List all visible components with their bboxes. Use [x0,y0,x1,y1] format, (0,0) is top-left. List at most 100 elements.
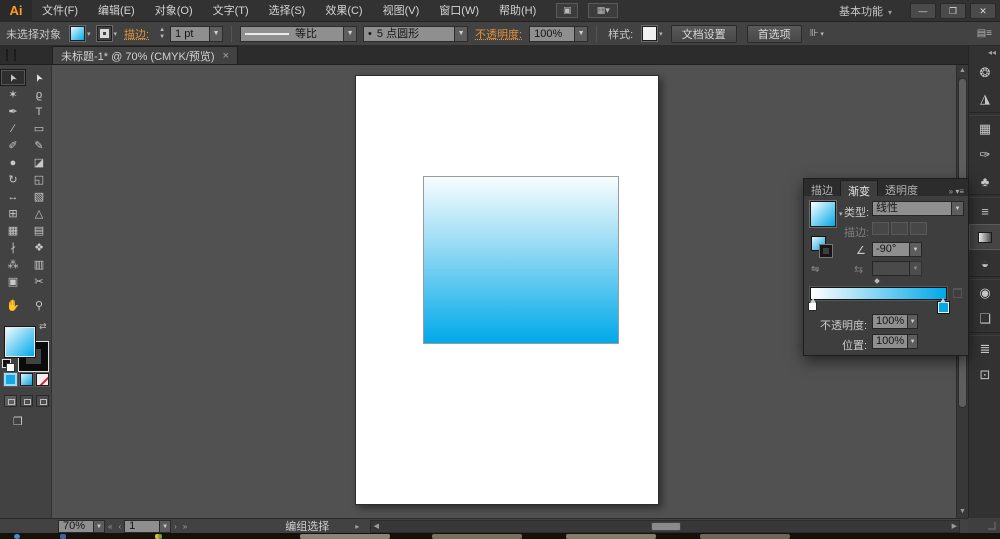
blob-brush-tool[interactable]: ● [0,154,26,171]
app-logo[interactable]: Ai [0,0,32,22]
lasso-tool[interactable]: ϱ [26,86,52,103]
swatches-panel-icon[interactable]: ▦ [969,116,1000,142]
menu-file[interactable]: 文件(F) [32,0,88,22]
gradient-rectangle-object[interactable] [423,176,619,344]
stop-location-value[interactable]: 100% [872,334,909,349]
status-flyout-icon[interactable]: ▸ [355,522,359,531]
close-tab-icon[interactable]: × [223,50,229,62]
next-artboard-icon[interactable]: › [174,522,177,531]
rectangle-tool[interactable]: ▭ [26,120,52,137]
chevron-down-icon[interactable]: ▼ [952,201,964,216]
pen-tool[interactable]: ✒ [0,103,26,120]
panel-menu-icon[interactable]: ▤≡ [977,28,992,39]
default-fill-stroke-icon[interactable] [2,359,15,372]
artboard-number[interactable]: 1 [124,519,161,533]
artboard[interactable] [355,75,659,505]
menu-select[interactable]: 选择(S) [259,0,316,22]
arrange-documents-icon[interactable]: ▦▾ [588,3,619,18]
artboard-combo[interactable]: 1 ▼ [124,519,172,533]
stroke-color-picker[interactable]: ▾ [95,25,117,42]
zoom-tool[interactable]: ⚲ [26,297,52,314]
pencil-tool[interactable]: ✎ [26,137,52,154]
chevron-down-icon[interactable]: ▼ [908,314,918,329]
stroke-across-button[interactable] [910,222,927,235]
fill-proxy-swatch[interactable] [4,326,36,358]
scroll-left-icon[interactable]: ◀ [371,521,381,532]
taskbar-app-icon[interactable] [60,534,66,539]
chevron-down-icon[interactable]: ▼ [908,334,918,349]
tab-gradient[interactable]: 渐变 [840,180,878,198]
chevron-down-icon[interactable]: ▼ [910,242,922,257]
gradient-button[interactable] [19,372,34,387]
shape-builder-tool[interactable]: ⊞ [0,205,26,222]
chevron-down-icon[interactable]: ▼ [455,25,469,42]
layers-panel-icon[interactable]: ≣ [969,336,1000,362]
draw-normal-button[interactable] [4,395,17,407]
gradient-preview-swatch[interactable] [809,200,837,228]
gradient-stop-end[interactable] [938,298,949,313]
mesh-tool[interactable]: ▦ [0,222,26,239]
chevron-down-icon[interactable]: ▾ [839,210,843,218]
tab-stroke[interactable]: 描边 [804,180,840,197]
panel-collapse-menu-icons[interactable]: » ▾≡ [949,187,968,196]
scroll-up-icon[interactable]: ▲ [957,65,968,76]
minimize-button[interactable]: — [910,2,936,19]
previous-artboard-icon[interactable]: ‹ [118,522,121,531]
hand-tool[interactable]: ✋ [0,297,26,314]
document-tab[interactable]: 未标题-1* @ 70% (CMYK/预览) × [52,46,239,64]
preferences-button[interactable]: 首选项 [746,24,802,43]
scroll-right-icon[interactable]: ▶ [949,521,959,532]
zoom-value[interactable]: 70% [58,519,94,533]
appearance-panel-icon[interactable]: ◉ [969,280,1000,306]
menu-view[interactable]: 视图(V) [373,0,430,22]
workspace-switcher[interactable]: 基本功能 ▾ [839,3,892,19]
symbols-panel-icon[interactable]: ♣ [969,168,1000,194]
bridge-icon[interactable]: ▣ [556,3,579,18]
stroke-swatch[interactable] [95,25,113,42]
draw-inside-button[interactable] [36,395,49,407]
taskbar-app-icon[interactable] [155,534,162,539]
magic-wand-tool[interactable]: ✶ [0,86,26,103]
scale-tool[interactable]: ◱ [26,171,52,188]
stroke-panel-link[interactable]: 描边: [124,26,149,42]
opacity-combo[interactable]: 100% ▼ [529,25,589,42]
menu-edit[interactable]: 编辑(E) [88,0,145,22]
stroke-width-stepper[interactable]: ▲ ▼ [157,27,167,41]
type-tool[interactable]: T [26,103,52,120]
opacity-value[interactable]: 100% [529,25,576,42]
line-segment-tool[interactable]: ∕ [0,120,26,137]
screen-mode-button[interactable]: ❐ [13,415,23,428]
scroll-down-icon[interactable]: ▼ [957,506,968,517]
first-artboard-icon[interactable]: « [108,522,112,531]
style-swatch[interactable] [641,25,659,42]
stroke-width-value[interactable]: 1 pt [170,25,211,42]
stop-opacity-combo[interactable]: 100% ▼ [872,314,918,329]
zoom-combo[interactable]: 70% ▼ [58,519,105,533]
stroke-panel-icon[interactable]: ≡ [969,198,1000,224]
taskbar-app-icon[interactable] [14,534,20,539]
expand-panels-icon[interactable]: ◂◂ [969,46,1000,60]
paintbrush-tool[interactable]: ✐ [0,137,26,154]
width-tool[interactable]: ↔ [0,188,26,205]
rotate-tool[interactable]: ↻ [0,171,26,188]
gradient-panel-icon[interactable] [969,224,1000,250]
restore-button[interactable]: ❐ [940,2,966,19]
stroke-within-button[interactable] [872,222,889,235]
artboard-tool[interactable]: ▣ [0,273,26,290]
blend-tool[interactable]: ❖ [26,239,52,256]
stop-opacity-value[interactable]: 100% [872,314,909,329]
chevron-down-icon[interactable]: ▼ [94,519,105,533]
stroke-width-combo[interactable]: 1 pt ▼ [170,25,224,42]
fill-color-picker[interactable]: ▾ [69,25,91,42]
column-graph-tool[interactable]: ▥ [26,256,52,273]
perspective-grid-tool[interactable]: △ [26,205,52,222]
stop-location-combo[interactable]: 100% ▼ [872,334,918,349]
taskbar-window-button[interactable] [300,534,390,539]
chevron-down-icon[interactable]: ▼ [160,519,172,533]
horizontal-scroll-thumb[interactable] [651,521,682,531]
resize-grip[interactable] [988,522,996,530]
chevron-down-icon[interactable]: ▼ [575,25,589,42]
selection-tool[interactable]: ➤ [0,69,26,86]
gradient-slider-bar[interactable] [809,286,948,301]
eraser-tool[interactable]: ◪ [26,154,52,171]
